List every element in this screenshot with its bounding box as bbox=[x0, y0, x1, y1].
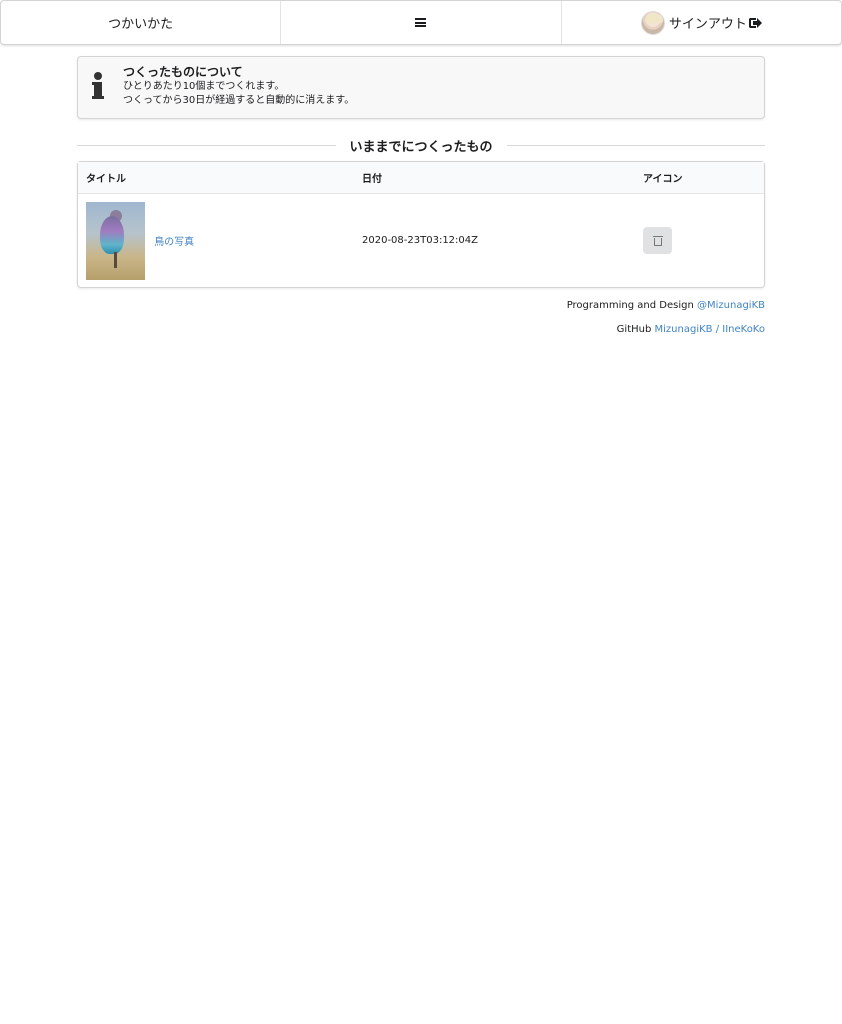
main-container: つくったものについて ひとりあたり10個までつくれます。 つくってから30日が経… bbox=[77, 56, 765, 337]
delete-button[interactable] bbox=[643, 227, 672, 254]
bird-photo-thumbnail[interactable] bbox=[86, 201, 145, 280]
table-header: タイトル 日付 アイコン bbox=[78, 162, 764, 194]
footer: Programming and Design @MizunagiKB GitHu… bbox=[77, 299, 765, 337]
items-table: タイトル 日付 アイコン 鳥の写真 2020-08-23T03:12:04Z bbox=[77, 161, 765, 288]
section-divider: いままでにつくったもの bbox=[77, 133, 765, 157]
info-title: つくったものについて bbox=[123, 65, 243, 79]
info-content: つくったものについて ひとりあたり10個までつくれます。 つくってから30日が経… bbox=[122, 57, 354, 108]
user-avatar bbox=[640, 10, 665, 35]
usage-label: つかいかた bbox=[108, 17, 174, 32]
cell-date: 2020-08-23T03:12:04Z bbox=[362, 235, 478, 246]
header-date: 日付 bbox=[362, 174, 382, 185]
menu-toggle-button[interactable] bbox=[280, 1, 560, 44]
table-row: 鳥の写真 2020-08-23T03:12:04Z bbox=[78, 194, 764, 287]
info-line-2: つくってから30日が経過すると自動的に消えます。 bbox=[123, 95, 355, 106]
item-title-link[interactable]: 鳥の写真 bbox=[154, 237, 194, 248]
info-message: つくったものについて ひとりあたり10個までつくれます。 つくってから30日が経… bbox=[77, 56, 765, 119]
header-title: タイトル bbox=[86, 174, 126, 185]
hamburger-icon bbox=[415, 18, 427, 27]
trash-icon bbox=[652, 235, 663, 246]
cell-title: 鳥の写真 bbox=[78, 201, 354, 280]
signout-menu-item[interactable]: サインアウト bbox=[560, 1, 841, 44]
sign-out-icon bbox=[748, 17, 762, 28]
footer-github: GitHub MizunagiKB / IIneKoKo bbox=[77, 323, 765, 337]
github-text: GitHub bbox=[616, 324, 652, 335]
usage-menu-item[interactable]: つかいかた bbox=[1, 1, 280, 44]
signout-label: サインアウト bbox=[668, 17, 747, 32]
info-line-1: ひとりあたり10個までつくれます。 bbox=[123, 81, 285, 92]
author-link[interactable]: @MizunagiKB bbox=[697, 300, 765, 311]
footer-credit: Programming and Design @MizunagiKB bbox=[77, 299, 765, 313]
top-menu: つかいかた サインアウト bbox=[0, 0, 842, 45]
github-repo-link[interactable]: MizunagiKB / IIneKoKo bbox=[655, 324, 765, 335]
credit-text: Programming and Design bbox=[566, 300, 694, 311]
section-title: いままでにつくったもの bbox=[349, 139, 493, 155]
header-icon: アイコン bbox=[643, 174, 683, 185]
info-icon bbox=[78, 57, 122, 120]
cell-icon bbox=[635, 227, 764, 254]
